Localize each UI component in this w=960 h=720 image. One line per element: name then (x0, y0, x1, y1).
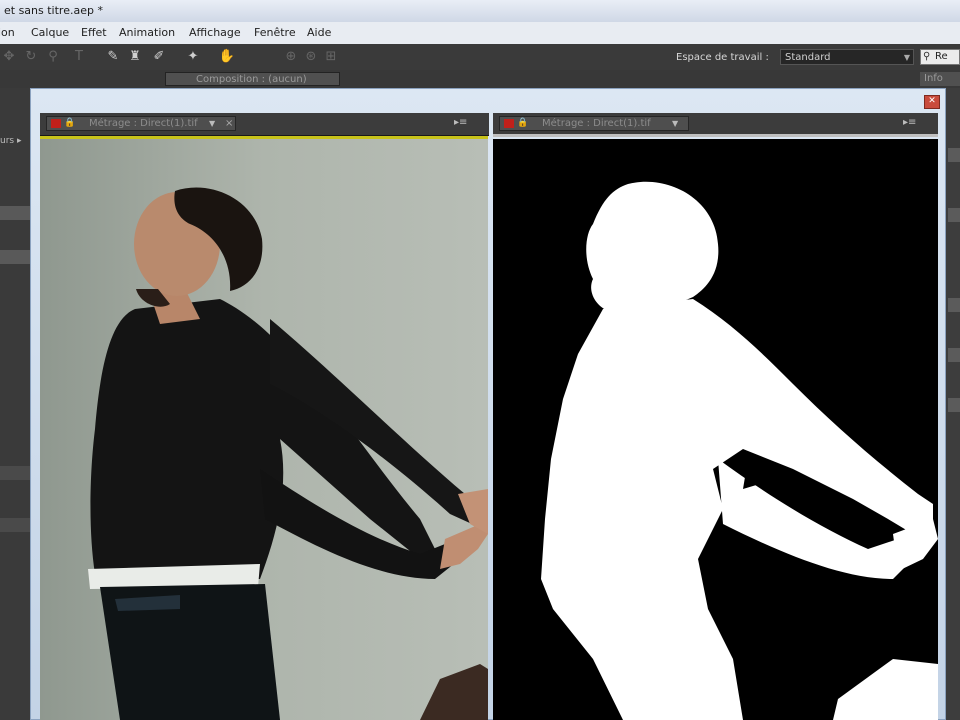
left-footage-tab[interactable]: 🔒 Métrage : Direct(1).tif ▼ × (46, 116, 236, 131)
left-footage-viewer[interactable] (40, 139, 488, 720)
menu-item-affichage[interactable]: Affichage (189, 26, 241, 39)
panel-bar[interactable] (0, 250, 30, 264)
panel-bar[interactable] (0, 466, 30, 480)
window-title: et sans titre.aep * (4, 4, 103, 17)
right-footage-tab-label: Métrage : Direct(1).tif (542, 118, 651, 129)
tab-info[interactable]: Info (920, 72, 960, 86)
puppet-pin-icon[interactable]: ✋ (218, 48, 236, 66)
workspace-select-value: Standard (785, 52, 831, 63)
right-matte-viewer[interactable] (493, 139, 938, 720)
menu-bar: ion Calque Effet Animation Affichage Fen… (0, 22, 960, 45)
eraser-icon[interactable]: ✐ (150, 48, 168, 66)
close-icon[interactable]: ✕ (924, 95, 940, 109)
workspace-label: Espace de travail : (676, 52, 769, 63)
panel-tab-row: Composition : (aucun) Info (0, 70, 960, 89)
menu-item-animation[interactable]: Animation (119, 26, 175, 39)
workspace-select[interactable]: Standard ▼ (780, 49, 914, 65)
panel-bar[interactable] (948, 348, 960, 362)
tools-toolbar: ✥ ↻ ⚲ T ✎ ♜ ✐ ✦ ✋ ⊕ ⊛ ⊞ Espace de travai… (0, 44, 960, 71)
right-viewer-header: 🔒 Métrage : Direct(1).tif ▼ ▸≡ (493, 113, 938, 136)
left-footage-tab-label: Métrage : Direct(1).tif (89, 118, 198, 129)
project-panel: urs ▸ (0, 88, 32, 720)
panel-bar[interactable] (0, 518, 30, 532)
search-icon: ⚲ (923, 51, 931, 62)
close-tab-icon[interactable]: × (225, 117, 233, 130)
menu-item-aide[interactable]: Aide (307, 26, 331, 39)
pin-icon[interactable]: ⚲ (44, 48, 62, 66)
footage-image (40, 139, 488, 720)
menu-item-fenetre[interactable]: Fenêtre (254, 26, 296, 39)
pan-icon[interactable]: ✥ (0, 48, 18, 66)
roto-brush-icon[interactable]: ✦ (184, 48, 202, 66)
footage-color-icon (51, 119, 61, 128)
info-panel (944, 88, 960, 720)
puppet-overlap-icon[interactable]: ⊕ (282, 48, 300, 66)
lock-icon[interactable]: 🔒 (64, 117, 75, 130)
left-viewer-header: 🔒 Métrage : Direct(1).tif ▼ × ▸≡ (40, 113, 489, 136)
panel-highlight (493, 134, 938, 137)
panel-label-fragment: urs ▸ (0, 136, 22, 146)
panel-bar[interactable] (948, 148, 960, 162)
lock-icon[interactable]: 🔒 (517, 117, 528, 130)
brush-icon[interactable]: ✎ (104, 48, 122, 66)
chevron-down-icon: ▼ (903, 53, 910, 62)
window-title-bar: et sans titre.aep * (0, 0, 960, 22)
tab-info-label: Info (924, 73, 943, 84)
panel-bar[interactable] (0, 206, 30, 220)
right-footage-tab[interactable]: 🔒 Métrage : Direct(1).tif ▼ (499, 116, 689, 131)
menu-item-calque[interactable]: Calque (31, 26, 69, 39)
panel-menu-icon[interactable]: ▸≡ (454, 117, 467, 128)
menu-item-effet[interactable]: Effet (81, 26, 107, 39)
matte-image (493, 139, 938, 720)
axis-icon[interactable]: ⊞ (322, 48, 340, 66)
rotate-icon[interactable]: ↻ (22, 48, 40, 66)
help-search-value: Re (935, 51, 948, 62)
panel-bar[interactable] (948, 298, 960, 312)
text-tool-icon[interactable]: T (70, 48, 88, 66)
panel-bar[interactable] (948, 398, 960, 412)
menu-item-composition[interactable]: ion (0, 26, 15, 39)
help-search-field[interactable]: ⚲ Re (920, 49, 960, 65)
clone-stamp-icon[interactable]: ♜ (126, 48, 144, 66)
puppet-starch-icon[interactable]: ⊛ (302, 48, 320, 66)
chevron-down-icon[interactable]: ▼ (209, 117, 215, 130)
chevron-down-icon[interactable]: ▼ (672, 117, 678, 130)
tab-composition[interactable]: Composition : (aucun) (165, 72, 340, 86)
tab-composition-label: Composition : (aucun) (196, 74, 307, 85)
panel-bar[interactable] (948, 208, 960, 222)
footage-color-icon (504, 119, 514, 128)
panel-menu-icon[interactable]: ▸≡ (903, 117, 916, 128)
